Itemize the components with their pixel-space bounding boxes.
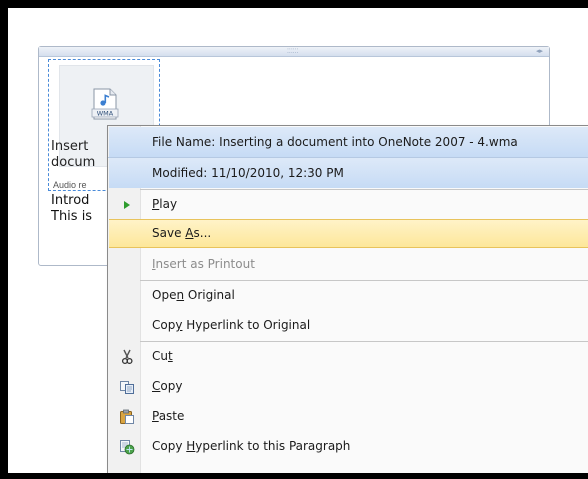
- menu-item-copy[interactable]: Copy: [109, 372, 588, 401]
- note-text-line1[interactable]: Introd: [51, 193, 92, 209]
- menu-item-save-as[interactable]: Save As...: [109, 219, 588, 248]
- menu-item-copy-hyperlink-original[interactable]: Copy Hyperlink to Original: [109, 311, 588, 340]
- modified-info: Modified: 11/10/2010, 12:30 PM: [109, 158, 588, 188]
- context-menu: File Name: Inserting a document into One…: [107, 125, 588, 473]
- paste-icon: [120, 409, 134, 424]
- file-name-info: File Name: Inserting a document into One…: [109, 127, 588, 157]
- menu-item-label: Cut: [152, 349, 173, 363]
- menu-item-label: Paste: [152, 409, 185, 423]
- wma-icon-label: WMA: [97, 110, 114, 118]
- copy-icon: [120, 381, 134, 394]
- drag-grip-icon[interactable]: ⁚⁚⁚⁚⁚⁚: [287, 49, 298, 55]
- menu-item-label: Insert as Printout: [152, 257, 255, 271]
- menu-item-cut[interactable]: Cut: [109, 342, 588, 371]
- menu-item-label: Save As...: [152, 226, 212, 240]
- onenote-page: ⁚⁚⁚⁚⁚⁚ ◂▸ WMA Insert docum Audio re Intr…: [8, 8, 588, 473]
- note-text-line2[interactable]: This is: [51, 209, 92, 225]
- menu-item-play[interactable]: Play: [109, 190, 588, 219]
- menu-item-copy-hyperlink-paragraph[interactable]: Copy Hyperlink to this Paragraph: [109, 432, 588, 461]
- menu-item-label: Play: [152, 197, 178, 211]
- menu-item-label: Open Original: [152, 288, 235, 302]
- resize-arrows-icon[interactable]: ◂▸: [536, 47, 543, 56]
- wma-file-icon: WMA: [91, 88, 119, 120]
- play-icon: [124, 201, 130, 209]
- modified-text: Modified: 11/10/2010, 12:30 PM: [152, 166, 344, 180]
- menu-item-label: Copy: [152, 379, 183, 393]
- menu-item-label: Copy Hyperlink to Original: [152, 318, 311, 332]
- note-container-handle[interactable]: ⁚⁚⁚⁚⁚⁚ ◂▸: [39, 47, 549, 57]
- menu-item-insert-as-printout[interactable]: Insert as Printout: [109, 250, 588, 279]
- note-text[interactable]: Introd This is: [51, 193, 92, 225]
- hyperlink-paragraph-icon: [120, 440, 135, 455]
- audio-recording-label: Audio re: [53, 180, 87, 190]
- menu-item-paste[interactable]: Paste: [109, 402, 588, 431]
- scissors-icon: [121, 349, 133, 365]
- menu-item-label: Copy Hyperlink to this Paragraph: [152, 439, 351, 453]
- file-name-text: File Name: Inserting a document into One…: [152, 135, 518, 149]
- menu-item-open-original[interactable]: Open Original: [109, 281, 588, 310]
